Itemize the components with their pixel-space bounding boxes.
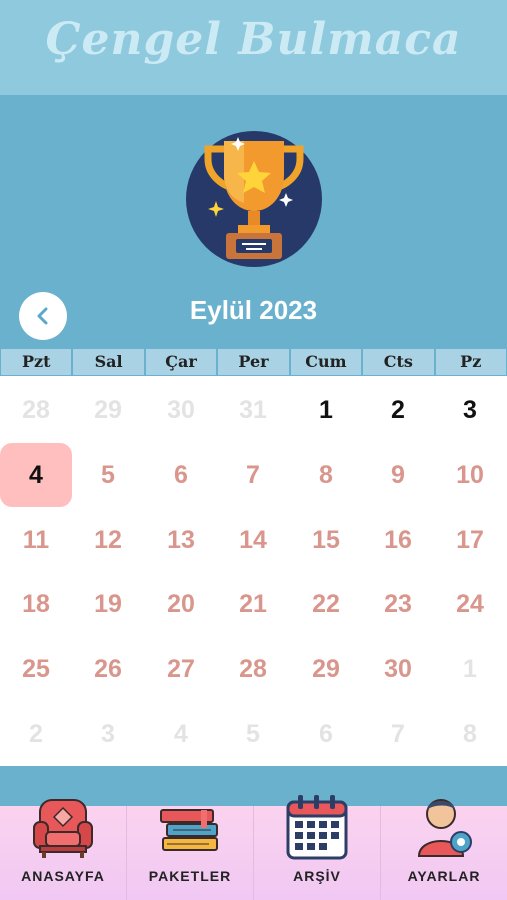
calendar-day-other-month: 8 (463, 719, 477, 748)
calendar-day[interactable]: 3 (434, 378, 506, 442)
calendar-day[interactable]: 26 (72, 637, 144, 701)
hero-section: Eylül 2023 (0, 95, 507, 348)
books-icon (160, 809, 218, 851)
calendar-day[interactable]: 12 (72, 508, 144, 572)
weekday-label: Çar (145, 349, 217, 375)
weekday-label: Cts (363, 349, 434, 375)
calendar-day-other-month: 30 (167, 395, 195, 424)
calendar-day-other-month: 1 (463, 654, 477, 683)
calendar-day[interactable]: 6 (145, 443, 217, 507)
weekday-label: Cum (290, 349, 362, 375)
nav-label: PAKETLER (148, 868, 232, 884)
calendar-day[interactable]: 23 (362, 572, 434, 636)
calendar-day[interactable]: 2 (362, 378, 434, 442)
calendar-day[interactable]: 21 (217, 572, 289, 636)
calendar-day[interactable]: 30 (362, 637, 434, 701)
calendar-day[interactable]: 24 (434, 572, 506, 636)
calendar-grid: 28 29 30 31 1 2 3 4 5 6 7 8 9 10 11 12 1… (0, 378, 507, 766)
calendar-day[interactable]: 1 (290, 378, 362, 442)
app-header: Çengel Bulmaca (0, 0, 507, 95)
calendar-day[interactable]: 14 (217, 508, 289, 572)
calendar-day[interactable]: 10 (434, 443, 506, 507)
calendar-day-other-month: 29 (94, 395, 122, 424)
calendar-day[interactable]: 11 (0, 508, 72, 572)
calendar-day[interactable]: 16 (362, 508, 434, 572)
calendar-day[interactable]: 13 (145, 508, 217, 572)
calendar-day[interactable]: 9 (362, 443, 434, 507)
trophy-icon (186, 131, 322, 267)
calendar-day[interactable]: 22 (290, 572, 362, 636)
nav-label: ANASAYFA (21, 868, 105, 884)
calendar-day-today[interactable]: 4 (0, 443, 72, 507)
app-title: Çengel Bulmaca (45, 14, 462, 65)
calendar-day[interactable]: 20 (145, 572, 217, 636)
calendar-day[interactable]: 18 (0, 572, 72, 636)
weekday-header: Pzt Sal Çar Per Cum Cts Pz (0, 348, 507, 376)
calendar-day-other-month: 5 (246, 719, 260, 748)
weekday-label: Sal (73, 349, 144, 375)
month-label: Eylül 2023 (189, 295, 318, 325)
nav-label: ARŞİV (293, 868, 341, 884)
calendar-day[interactable]: 25 (0, 637, 72, 701)
calendar-day-other-month: 31 (239, 395, 267, 424)
calendar-day[interactable]: 15 (290, 508, 362, 572)
calendar-day-other-month: 7 (391, 719, 405, 748)
weekday-label: Per (218, 349, 289, 375)
calendar-day-other-month: 4 (174, 719, 188, 748)
weekday-label: Pzt (1, 349, 72, 375)
calendar-day-other-month: 3 (101, 719, 115, 748)
bottom-nav: ANASAYFA PAKETLER ARŞİV AYARLAR (0, 795, 507, 900)
calendar-day-other-month: 28 (22, 395, 50, 424)
calendar-day-other-month: 2 (29, 719, 43, 748)
weekday-label: Pz (435, 349, 506, 375)
calendar-day[interactable]: 27 (145, 637, 217, 701)
nav-label: AYARLAR (407, 868, 481, 884)
nav-item-ayarlar[interactable]: AYARLAR (381, 799, 507, 900)
calendar-day[interactable]: 29 (290, 637, 362, 701)
calendar-icon (286, 795, 348, 860)
nav-item-paketler[interactable]: PAKETLER (127, 806, 254, 900)
calendar-day[interactable]: 28 (217, 637, 289, 701)
calendar-day[interactable]: 7 (217, 443, 289, 507)
calendar-day[interactable]: 17 (434, 508, 506, 572)
nav-item-arsiv[interactable]: ARŞİV (254, 795, 381, 900)
armchair-icon (33, 799, 93, 858)
user-settings-icon (417, 799, 472, 857)
nav-item-anasayfa[interactable]: ANASAYFA (0, 799, 127, 900)
calendar-day-other-month: 6 (319, 719, 333, 748)
calendar-day[interactable]: 8 (290, 443, 362, 507)
calendar-day[interactable]: 19 (72, 572, 144, 636)
calendar-day[interactable]: 5 (72, 443, 144, 507)
